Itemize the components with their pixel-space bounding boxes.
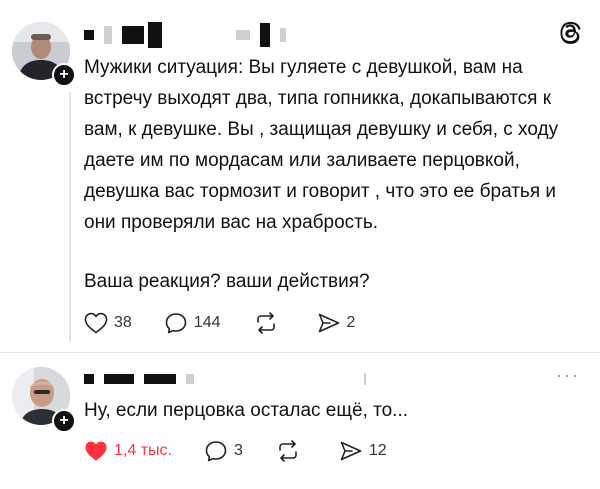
- repost-arrows-icon: [256, 312, 275, 334]
- post-actions: 1,4 тыс. 3 12: [84, 440, 419, 462]
- more-options-icon[interactable]: ···: [556, 365, 580, 386]
- comment-bubble-icon: [205, 441, 227, 462]
- follow-plus-icon[interactable]: +: [52, 409, 76, 433]
- post-text: Ну, если перцовка осталас ещё, то...: [84, 400, 409, 421]
- share-button[interactable]: 12: [339, 440, 387, 462]
- reply-count: 3: [233, 442, 243, 459]
- comment-bubble-icon: [165, 313, 187, 334]
- username-redacted[interactable]: [84, 373, 366, 385]
- like-count: 1,4 тыс.: [114, 442, 172, 459]
- reply-button[interactable]: 144: [164, 312, 221, 334]
- threads-logo-icon[interactable]: [560, 20, 582, 44]
- like-button[interactable]: 1,4 тыс.: [84, 440, 172, 462]
- send-icon: [340, 441, 362, 461]
- like-count: 38: [114, 314, 132, 331]
- thread-connector-line: [69, 92, 71, 342]
- reply-button[interactable]: 3: [204, 440, 243, 462]
- like-button[interactable]: 38: [84, 312, 132, 334]
- post-question: Ваша реакция? ваши действия?: [84, 271, 370, 292]
- share-button[interactable]: 2: [317, 312, 356, 334]
- share-count: 2: [346, 314, 356, 331]
- username-redacted[interactable]: [84, 22, 286, 48]
- heart-icon: [84, 312, 108, 334]
- send-icon: [318, 313, 339, 333]
- post-text: Мужики ситуация: Вы гуляете с девушкой, …: [84, 57, 559, 233]
- post-main: + Мужики ситуация: Вы гуляете с девушкой…: [0, 0, 600, 350]
- follow-plus-icon[interactable]: +: [52, 63, 76, 87]
- reply-count: 144: [193, 314, 221, 331]
- share-count: 12: [368, 442, 387, 459]
- post-reply: ··· + Ну, если перцовка осталас ещё, то.…: [0, 353, 600, 489]
- repost-button[interactable]: [275, 440, 307, 462]
- repost-button[interactable]: [253, 312, 285, 334]
- post-actions: 38 144 2: [84, 312, 387, 334]
- repost-arrows-icon: [279, 440, 297, 462]
- heart-icon: [85, 441, 107, 461]
